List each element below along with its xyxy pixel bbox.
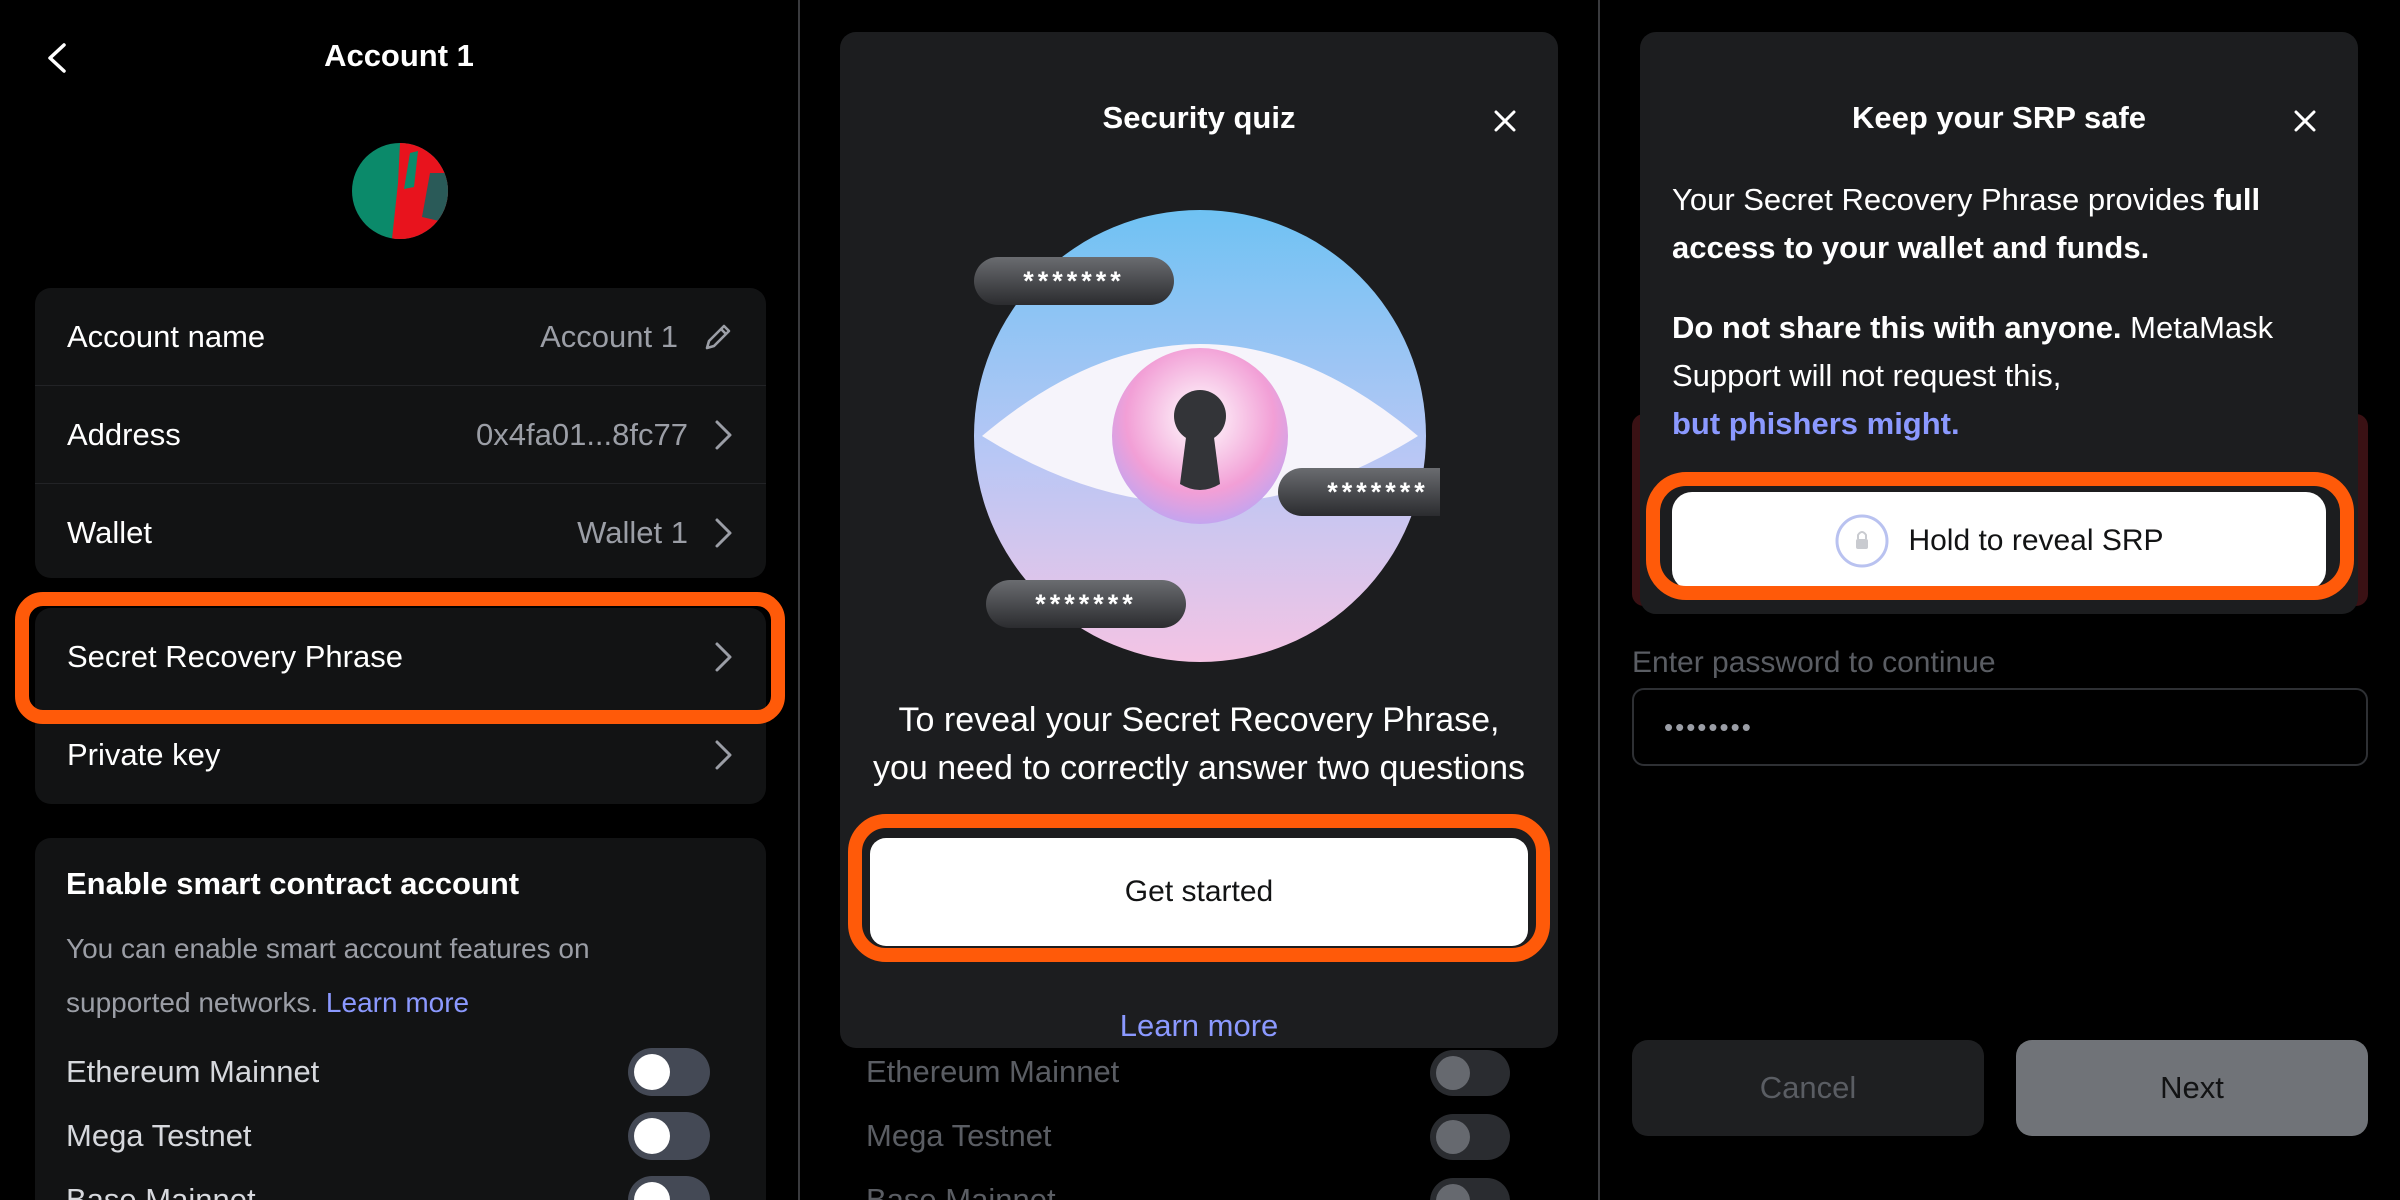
- password-input[interactable]: ••••••••: [1632, 688, 2368, 766]
- password-label: Enter password to continue: [1632, 646, 1996, 679]
- network-toggle: [1430, 1050, 1510, 1096]
- highlight-outline: [848, 814, 1550, 962]
- network-toggle[interactable]: [628, 1176, 710, 1200]
- network-label: Ethereum Mainnet: [866, 1054, 1120, 1089]
- account-details-screen: Account 1 Account name Account 1 Address…: [0, 0, 798, 1200]
- network-toggle: [1430, 1178, 1510, 1200]
- modal-title: Keep your SRP safe: [1851, 100, 2147, 135]
- next-button[interactable]: Next: [2016, 1040, 2368, 1136]
- network-toggle[interactable]: [628, 1112, 710, 1160]
- security-quiz-screen: Ethereum Mainnet Mega Testnet Base Mainn…: [800, 0, 1598, 1200]
- reveal-srp-screen: Enter password to continue •••••••• Canc…: [1600, 0, 2400, 1200]
- toggle-knob: [1436, 1184, 1470, 1200]
- close-icon[interactable]: [2290, 106, 2320, 136]
- toggle-knob: [634, 1182, 670, 1200]
- learn-more-link[interactable]: Learn more: [840, 1008, 1558, 1044]
- smart-account-description: You can enable smart account features on…: [66, 922, 676, 1030]
- wallet-row[interactable]: Wallet Wallet 1: [35, 484, 766, 582]
- srp-access-warning: Your Secret Recovery Phrase provides ful…: [1672, 176, 2332, 272]
- masked-password-pill: *******: [1035, 588, 1137, 619]
- account-avatar: [352, 143, 448, 239]
- account-name-row[interactable]: Account name Account 1: [35, 288, 766, 386]
- warning-text: Your Secret Recovery Phrase provides: [1672, 182, 2214, 217]
- learn-more-link[interactable]: Learn more: [326, 987, 469, 1018]
- toggle-knob: [1436, 1056, 1470, 1090]
- address-row[interactable]: Address 0x4fa01...8fc77: [35, 386, 766, 484]
- close-icon[interactable]: [1490, 106, 1520, 136]
- toggle-knob: [634, 1054, 670, 1090]
- row-value: Wallet 1: [577, 515, 688, 550]
- network-label: Mega Testnet: [866, 1118, 1052, 1153]
- chevron-right-icon: [715, 420, 732, 450]
- highlight-outline: [15, 592, 785, 724]
- cancel-button[interactable]: Cancel: [1632, 1040, 1984, 1136]
- network-toggle: [1430, 1114, 1510, 1160]
- row-label: Wallet: [67, 515, 152, 550]
- warning-bold-text: Do not share this with anyone.: [1672, 310, 2122, 345]
- chevron-right-icon: [715, 740, 732, 770]
- phishers-link[interactable]: but phishers might.: [1672, 406, 1960, 441]
- network-label: Ethereum Mainnet: [66, 1054, 320, 1089]
- row-label: Private key: [67, 737, 221, 772]
- toggle-knob: [634, 1118, 670, 1154]
- masked-password-pill: *******: [1023, 265, 1125, 296]
- smart-account-title: Enable smart contract account: [66, 866, 520, 901]
- account-info-card: Account name Account 1 Address 0x4fa01..…: [35, 288, 766, 578]
- network-label: Mega Testnet: [66, 1118, 252, 1153]
- page-title: Account 1: [324, 38, 474, 73]
- row-value: 0x4fa01...8fc77: [476, 417, 688, 452]
- highlight-outline: [1646, 472, 2354, 600]
- network-label: Base Mainnet: [66, 1182, 256, 1200]
- row-label: Address: [67, 417, 181, 452]
- modal-title: Security quiz: [1102, 100, 1296, 135]
- network-toggle[interactable]: [628, 1048, 710, 1096]
- srp-share-warning: Do not share this with anyone. MetaMask …: [1672, 304, 2332, 448]
- quiz-description: To reveal your Secret Recovery Phrase, y…: [872, 701, 1525, 787]
- network-label: Base Mainnet: [866, 1182, 1056, 1200]
- row-value: Account 1: [540, 319, 678, 354]
- edit-pencil-icon[interactable]: [702, 321, 734, 353]
- toggle-knob: [1436, 1120, 1470, 1154]
- chevron-right-icon: [715, 518, 732, 548]
- row-label: Account name: [67, 319, 266, 354]
- masked-password-pill: *******: [1327, 476, 1429, 507]
